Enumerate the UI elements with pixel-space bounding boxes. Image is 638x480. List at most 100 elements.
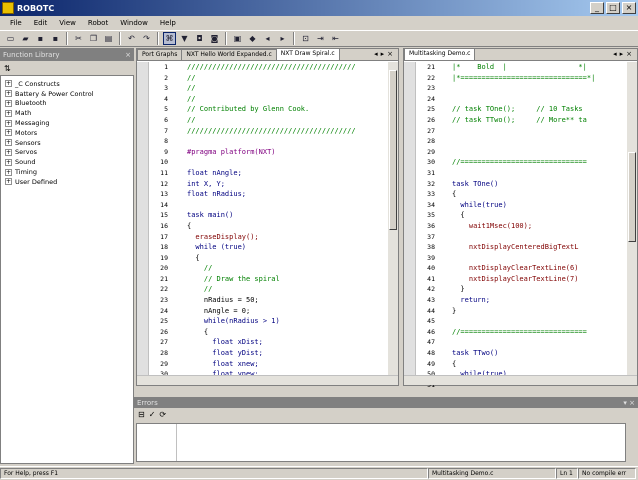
code-line[interactable]: // [187, 83, 388, 94]
code-line[interactable]: } [452, 306, 627, 317]
menu-file[interactable]: File [4, 19, 28, 27]
code-line[interactable]: //============================== [452, 327, 627, 338]
code-line[interactable]: while(nRadius > 1) [187, 316, 388, 327]
vertical-scrollbar[interactable] [627, 62, 637, 375]
scroll-thumb[interactable] [628, 152, 636, 242]
code-editor[interactable]: |* Bold | *| |*==========================… [452, 62, 627, 385]
panel-controls[interactable]: ▾ × [623, 399, 638, 407]
cut-icon[interactable]: ✂ [72, 32, 85, 45]
code-line[interactable]: while (true) [187, 242, 388, 253]
code-line[interactable] [452, 316, 627, 327]
tree-item-c-constructs[interactable]: + _C Constructs [1, 79, 133, 89]
code-line[interactable] [452, 126, 627, 137]
code-line[interactable]: task TTwo() [452, 348, 627, 359]
code-line[interactable]: |* Bold | *| [452, 62, 627, 73]
editor-margin[interactable] [404, 62, 416, 385]
menu-edit[interactable]: Edit [28, 19, 54, 27]
tab-controls[interactable]: ◂▸× [374, 50, 396, 58]
maximize-button[interactable]: □ [606, 2, 620, 14]
tree-item-math[interactable]: + Math [1, 108, 133, 118]
code-editor[interactable]: ////////////////////////////////////////… [187, 62, 388, 385]
code-line[interactable] [187, 136, 388, 147]
code-line[interactable]: float nRadius; [187, 189, 388, 200]
copy-icon[interactable]: ❐ [87, 32, 100, 45]
sort-icon[interactable]: ⇅ [4, 64, 11, 73]
expand-icon[interactable]: + [5, 139, 12, 147]
redo-icon[interactable]: ↷ [140, 32, 153, 45]
code-line[interactable]: // task TOne(); // 10 Tasks [452, 104, 627, 115]
code-line[interactable]: // [187, 115, 388, 126]
tab-nxt-hello-world[interactable]: NXT Hello World Expanded.c [181, 49, 277, 60]
tree-item-messaging[interactable]: + Messaging [1, 118, 133, 128]
code-line[interactable]: |*==============================*| [452, 73, 627, 84]
expand-icon[interactable]: + [5, 90, 12, 98]
code-line[interactable]: { [452, 189, 627, 200]
code-line[interactable] [452, 253, 627, 264]
expand-icon[interactable]: + [5, 80, 12, 88]
code-line[interactable]: nxtDisplayClearTextLine(6) [452, 263, 627, 274]
expand-icon[interactable]: + [5, 119, 12, 127]
horizontal-scrollbar[interactable] [404, 375, 637, 385]
code-line[interactable]: //////////////////////////////////////// [187, 62, 388, 73]
code-line[interactable]: float xDist; [187, 337, 388, 348]
code-line[interactable]: float yDist; [187, 348, 388, 359]
clear-bookmarks-icon[interactable]: ⊡ [299, 32, 312, 45]
code-line[interactable]: task main() [187, 210, 388, 221]
code-line[interactable]: nxtDisplayCenteredBigTextL [452, 242, 627, 253]
close-button[interactable]: × [622, 2, 636, 14]
code-line[interactable]: // Contributed by Glenn Cook. [187, 104, 388, 115]
save-icon[interactable]: ▪ [34, 32, 47, 45]
expand-icon[interactable]: + [5, 109, 12, 117]
expand-icon[interactable]: + [5, 99, 12, 107]
code-line[interactable]: // [187, 73, 388, 84]
prev-bookmark-icon[interactable]: ◂ [261, 32, 274, 45]
paste-icon[interactable]: ▤ [102, 32, 115, 45]
menu-robot[interactable]: Robot [82, 19, 114, 27]
code-line[interactable]: float nAngle; [187, 168, 388, 179]
tree-item-sensors[interactable]: + Sensors [1, 138, 133, 148]
code-line[interactable]: { [187, 253, 388, 264]
code-line[interactable]: { [187, 327, 388, 338]
expand-icon[interactable]: + [5, 178, 12, 186]
tab-multitasking-demo[interactable]: Multitasking Demo.c [404, 48, 476, 60]
horizontal-scrollbar[interactable] [137, 375, 398, 385]
replace-icon[interactable]: ▣ [231, 32, 244, 45]
code-line[interactable]: //============================== [452, 157, 627, 168]
tree-item-battery-power[interactable]: + Battery & Power Control [1, 89, 133, 99]
code-line[interactable]: eraseDisplay(); [187, 232, 388, 243]
errors-list[interactable] [136, 423, 626, 462]
code-line[interactable] [452, 136, 627, 147]
code-line[interactable] [187, 200, 388, 211]
tree-item-timing[interactable]: + Timing [1, 167, 133, 177]
close-icon[interactable]: × [125, 51, 134, 59]
compile-icon[interactable]: ⌘ [163, 32, 176, 45]
code-line[interactable] [452, 337, 627, 348]
menu-window[interactable]: Window [114, 19, 154, 27]
tab-nxt-draw-spiral[interactable]: NXT Draw Spiral.c [275, 48, 340, 60]
code-line[interactable]: task TOne() [452, 179, 627, 190]
save-all-icon[interactable]: ▪ [49, 32, 62, 45]
code-line[interactable]: } [452, 284, 627, 295]
code-line[interactable]: return; [452, 295, 627, 306]
code-line[interactable]: // [187, 94, 388, 105]
code-line[interactable]: nRadius = 50; [187, 295, 388, 306]
tab-controls[interactable]: ◂▸× [613, 50, 635, 58]
tree-item-motors[interactable]: + Motors [1, 128, 133, 138]
vertical-scrollbar[interactable] [388, 62, 398, 375]
code-line[interactable]: nxtDisplayClearTextLine(7) [452, 274, 627, 285]
bookmark-icon[interactable]: ◆ [246, 32, 259, 45]
tree-item-sound[interactable]: + Sound [1, 157, 133, 167]
code-line[interactable] [452, 83, 627, 94]
minimize-button[interactable]: _ [590, 2, 604, 14]
next-bookmark-icon[interactable]: ▸ [276, 32, 289, 45]
tab-port-graphs[interactable]: Port Graphs [137, 49, 183, 60]
code-line[interactable]: { [452, 359, 627, 370]
code-line[interactable]: { [187, 221, 388, 232]
code-line[interactable]: int X, Y; [187, 179, 388, 190]
refresh-icon[interactable]: ⟳ [159, 410, 166, 419]
expand-icon[interactable]: + [5, 129, 12, 137]
find-icon[interactable]: ◘ [193, 32, 206, 45]
new-icon[interactable]: ▭ [4, 32, 17, 45]
menu-help[interactable]: Help [154, 19, 182, 27]
outdent-icon[interactable]: ⇤ [329, 32, 342, 45]
